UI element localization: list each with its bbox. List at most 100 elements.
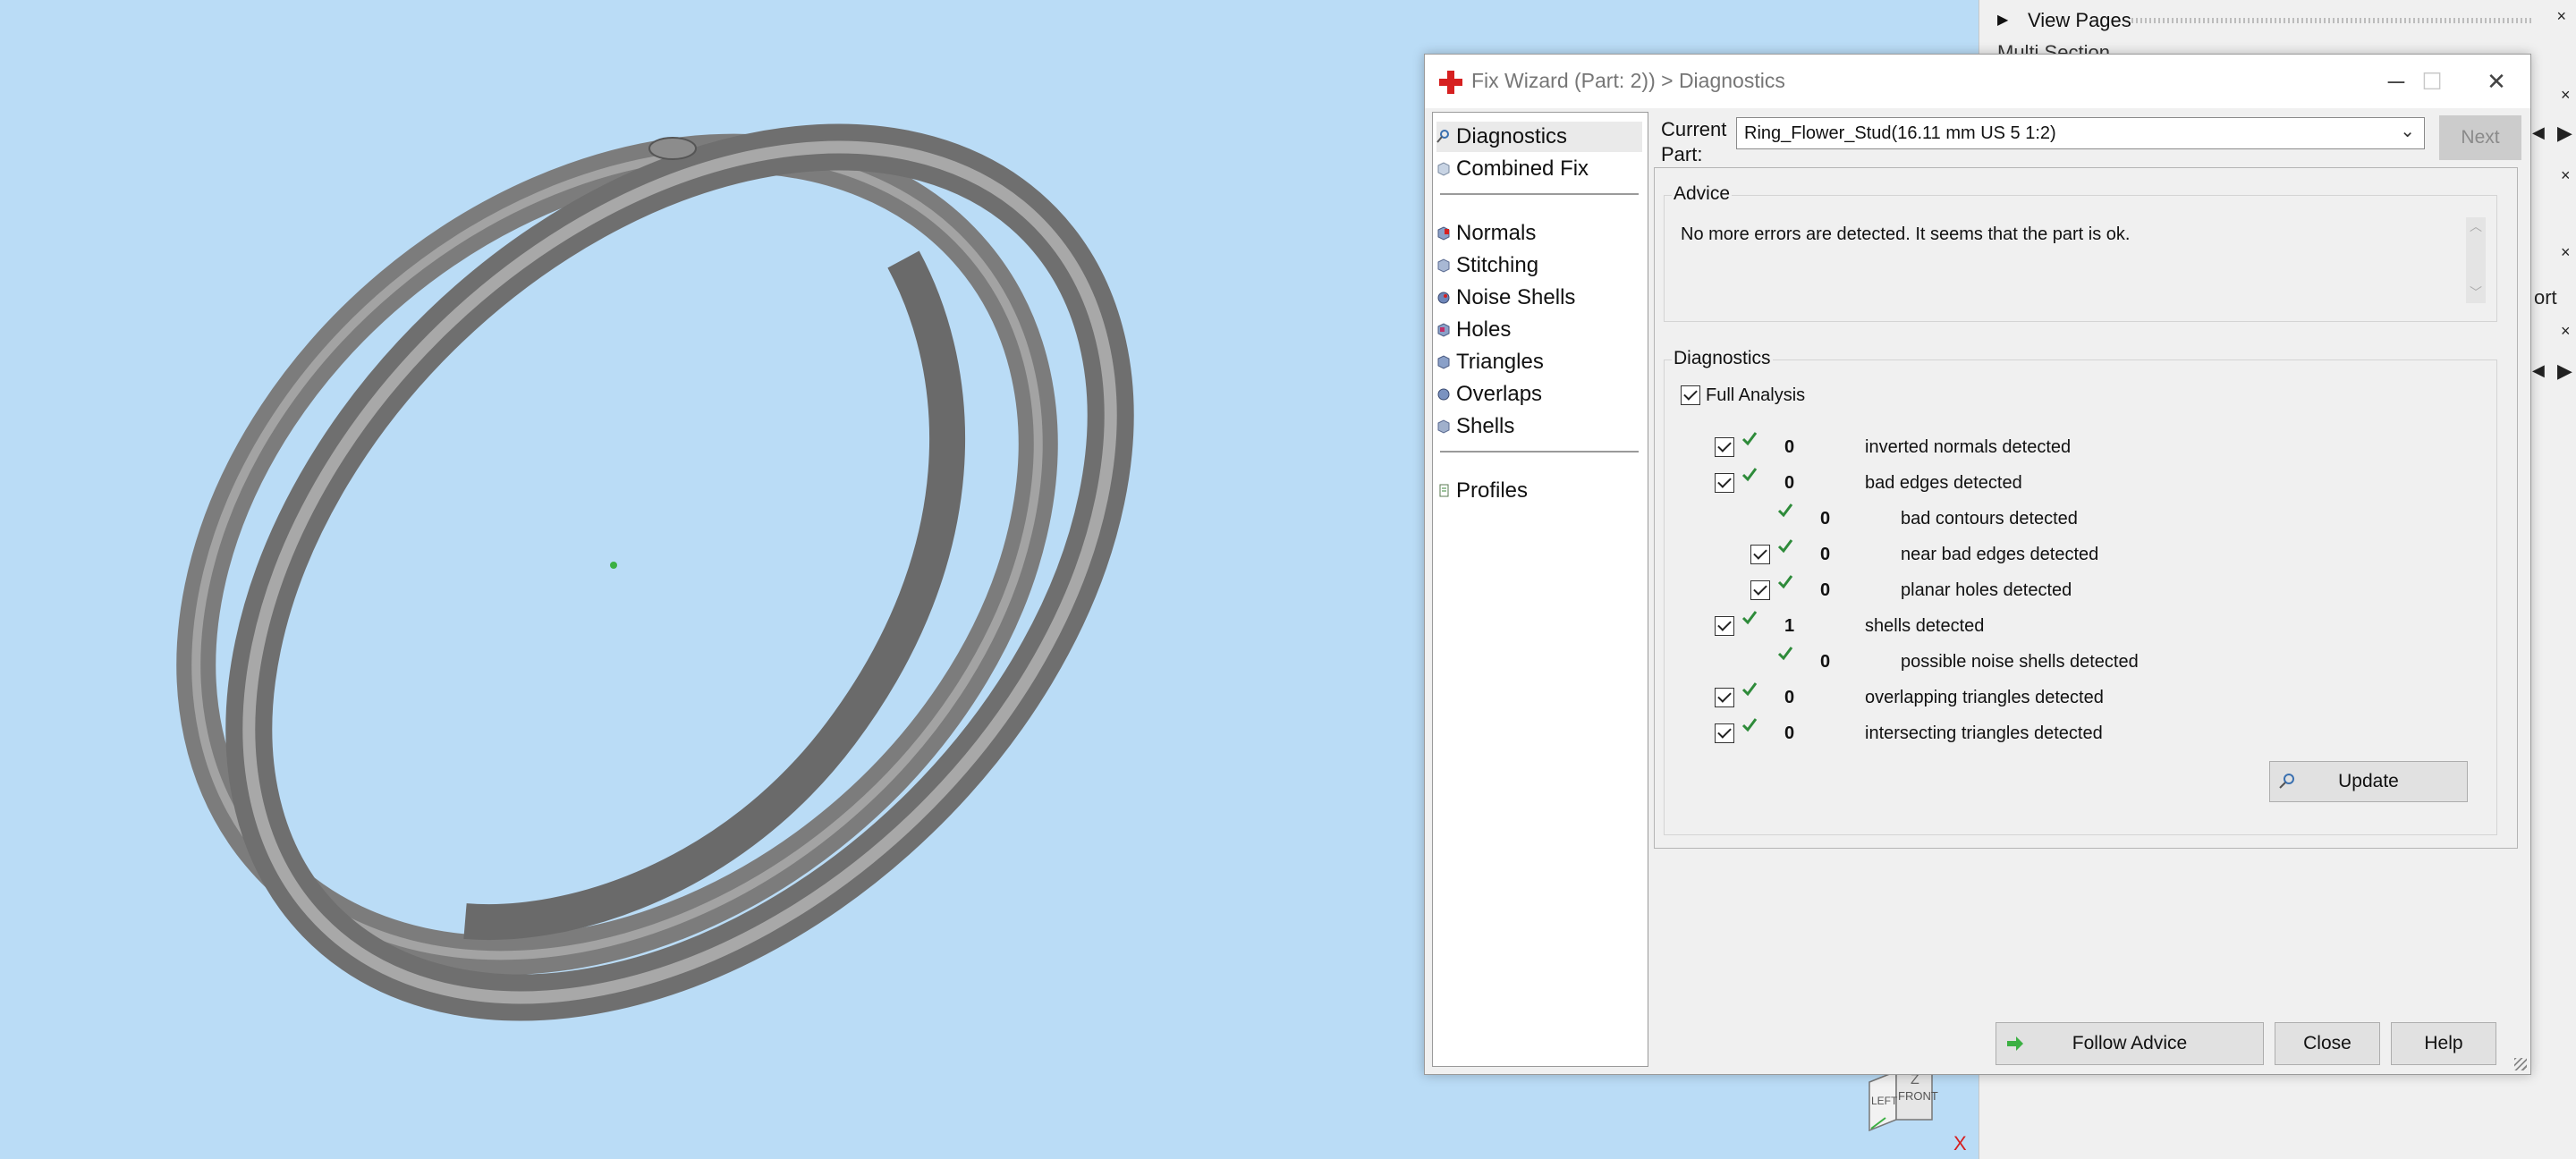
nav-item-diagnostics[interactable]: Diagnostics bbox=[1436, 122, 1642, 152]
view-pages-label: View Pages bbox=[2028, 9, 2131, 31]
nav-separator bbox=[1440, 451, 1639, 453]
profiles-icon bbox=[1439, 484, 1449, 497]
nav-label: Shells bbox=[1456, 414, 1515, 438]
diag-text: bad contours detected bbox=[1901, 509, 2078, 529]
near-bad-edges-checkbox[interactable] bbox=[1750, 545, 1770, 564]
check-icon bbox=[1741, 682, 1758, 697]
advice-text: No more errors are detected. It seems th… bbox=[1681, 224, 2131, 244]
diag-text: bad edges detected bbox=[1865, 473, 2022, 493]
close-icon[interactable]: × bbox=[2556, 7, 2566, 26]
diag-text: shells detected bbox=[1865, 616, 1985, 636]
diag-count: 0 bbox=[1820, 545, 1831, 564]
nav-label: Diagnostics bbox=[1456, 124, 1568, 148]
current-part-select[interactable]: Ring_Flower_Stud(16.11 mm US 5 1:2) ⌄ bbox=[1736, 117, 2425, 149]
close-button[interactable]: Close bbox=[2275, 1022, 2380, 1065]
full-analysis-label: Full Analysis bbox=[1706, 385, 1806, 405]
advice-scrollbar[interactable]: ︿ ﹀ bbox=[2462, 217, 2489, 303]
diag-count: 0 bbox=[1784, 688, 1795, 707]
close-icon[interactable]: × bbox=[2561, 322, 2571, 341]
check-icon bbox=[1777, 503, 1793, 518]
nav-item-normals[interactable]: Normals bbox=[1436, 218, 1642, 249]
nav-item-triangles[interactable]: Triangles bbox=[1436, 347, 1642, 377]
nav-item-profiles[interactable]: Profiles bbox=[1436, 476, 1642, 506]
fix-wizard-dialog: Fix Wizard (Part: 2)) > Diagnostics ─ ☐ … bbox=[1424, 54, 2531, 1075]
diag-count: 0 bbox=[1784, 723, 1795, 743]
diag-text: possible noise shells detected bbox=[1901, 652, 2139, 672]
check-icon bbox=[1777, 539, 1793, 554]
view-pages-row[interactable]: ▶ View Pages × bbox=[1979, 2, 2576, 38]
arrow-left-icon[interactable]: ◀ bbox=[2532, 361, 2545, 380]
close-window-button[interactable]: ✕ bbox=[2470, 62, 2523, 101]
nav-label: Holes bbox=[1456, 317, 1512, 342]
diag-count: 0 bbox=[1820, 652, 1831, 672]
inverted-normals-checkbox[interactable] bbox=[1715, 437, 1734, 457]
intersecting-triangles-checkbox[interactable] bbox=[1715, 723, 1734, 743]
expand-arrow-icon[interactable]: ▶ bbox=[1997, 11, 2008, 29]
noise-shells-icon bbox=[1437, 292, 1450, 304]
update-label: Update bbox=[2338, 771, 2399, 791]
check-icon bbox=[1741, 468, 1758, 482]
close-icon[interactable]: × bbox=[2561, 243, 2571, 262]
check-icon bbox=[1777, 647, 1793, 661]
planar-holes-checkbox[interactable] bbox=[1750, 580, 1770, 600]
arrow-right-icon[interactable]: ▶ bbox=[2557, 360, 2572, 383]
check-icon bbox=[1741, 611, 1758, 625]
current-part-value: Ring_Flower_Stud(16.11 mm US 5 1:2) bbox=[1744, 123, 2056, 143]
wizard-nav: Diagnostics Combined Fix Normals Stitchi… bbox=[1432, 112, 1648, 1067]
check-icon bbox=[1741, 718, 1758, 732]
help-button[interactable]: Help bbox=[2391, 1022, 2496, 1065]
bad-edges-checkbox[interactable] bbox=[1715, 473, 1734, 493]
shells-checkbox[interactable] bbox=[1715, 616, 1734, 636]
diag-count: 0 bbox=[1820, 580, 1831, 600]
maximize-button[interactable]: ☐ bbox=[2405, 62, 2459, 101]
normals-icon bbox=[1437, 226, 1450, 241]
side-panel-label: ort bbox=[2534, 286, 2557, 309]
view-cube[interactable]: LEFT FRONT Z X bbox=[1860, 1064, 1968, 1155]
dialog-title: Fix Wizard (Part: 2)) > Diagnostics bbox=[1471, 69, 1785, 92]
nav-item-shells[interactable]: Shells bbox=[1436, 411, 1642, 442]
arrow-left-icon[interactable]: ◀ bbox=[2532, 123, 2545, 142]
update-button[interactable]: Update bbox=[2269, 761, 2468, 802]
scroll-down-icon[interactable]: ﹀ bbox=[2470, 283, 2482, 301]
dialog-titlebar[interactable]: Fix Wizard (Part: 2)) > Diagnostics ─ ☐ … bbox=[1425, 55, 2530, 108]
close-icon[interactable]: × bbox=[2561, 86, 2571, 105]
nav-item-overlaps[interactable]: Overlaps bbox=[1436, 379, 1642, 410]
next-button[interactable]: Next bbox=[2439, 115, 2521, 160]
nav-label: Stitching bbox=[1456, 253, 1539, 277]
viewcube-front-label: FRONT bbox=[1898, 1089, 1938, 1103]
red-cross-icon bbox=[1439, 71, 1462, 94]
magnifier-icon bbox=[1436, 130, 1449, 143]
diag-count: 0 bbox=[1784, 473, 1795, 493]
current-part-label: Current Part: bbox=[1661, 118, 1727, 162]
advice-title: Advice bbox=[1672, 183, 1733, 205]
nav-item-combined-fix[interactable]: Combined Fix bbox=[1436, 154, 1642, 184]
check-icon bbox=[1741, 432, 1758, 446]
nav-item-stitching[interactable]: Stitching bbox=[1436, 250, 1642, 281]
nav-label: Overlaps bbox=[1456, 382, 1543, 406]
resize-grip[interactable] bbox=[2514, 1058, 2527, 1070]
close-icon[interactable]: × bbox=[2561, 166, 2571, 185]
full-analysis-checkbox[interactable] bbox=[1681, 385, 1700, 405]
scroll-up-icon[interactable]: ︿ bbox=[2470, 217, 2482, 235]
nav-label: Triangles bbox=[1456, 350, 1544, 374]
diagnostics-panel: Advice No more errors are detected. It s… bbox=[1654, 167, 2518, 849]
grip-handle[interactable] bbox=[2131, 18, 2532, 23]
shells-icon bbox=[1437, 419, 1450, 434]
nav-label: Combined Fix bbox=[1456, 157, 1589, 181]
chevron-down-icon[interactable]: ⌄ bbox=[2400, 120, 2415, 142]
diag-text: overlapping triangles detected bbox=[1865, 688, 2104, 707]
overlapping-triangles-checkbox[interactable] bbox=[1715, 688, 1734, 707]
nav-item-holes[interactable]: Holes bbox=[1436, 315, 1642, 345]
follow-advice-button[interactable]: Follow Advice bbox=[1996, 1022, 2264, 1065]
nav-item-noise-shells[interactable]: Noise Shells bbox=[1436, 283, 1642, 313]
triangles-icon bbox=[1437, 355, 1450, 369]
nav-separator bbox=[1440, 193, 1639, 195]
diag-count: 1 bbox=[1784, 616, 1795, 636]
cube-icon bbox=[1437, 162, 1450, 176]
arrow-right-icon[interactable]: ▶ bbox=[2557, 122, 2572, 145]
diag-text: inverted normals detected bbox=[1865, 437, 2072, 457]
nav-label: Profiles bbox=[1456, 478, 1529, 503]
diag-text: near bad edges detected bbox=[1901, 545, 2099, 564]
holes-icon bbox=[1437, 323, 1450, 337]
arrow-right-icon bbox=[2007, 1036, 2023, 1051]
